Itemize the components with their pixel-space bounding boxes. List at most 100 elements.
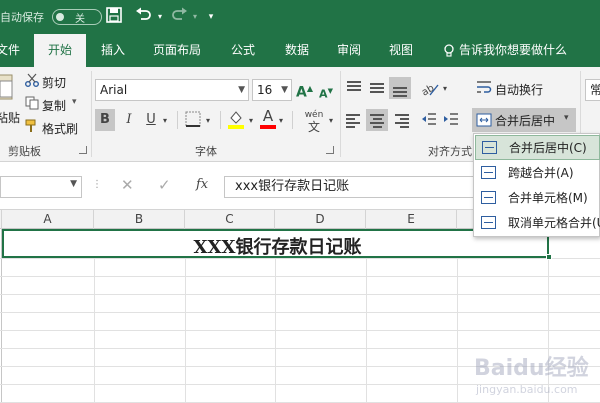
gridline [0, 330, 600, 331]
align-center-icon[interactable] [366, 109, 388, 131]
menu-item-unmerge-cells[interactable]: 取消单元格合并(U) [475, 211, 600, 236]
enter-icon[interactable]: ✓ [158, 176, 171, 194]
bottom-align-icon[interactable] [389, 77, 411, 99]
number-format-combo[interactable]: 常 [585, 79, 600, 101]
tab-insert[interactable]: 插入 [101, 34, 131, 67]
merge-cells-icon [481, 191, 496, 204]
shrink-font-icon[interactable]: A▼ [318, 83, 334, 103]
chevron-down-icon: ▾ [564, 113, 569, 123]
align-right-icon[interactable] [393, 112, 409, 130]
font-color-icon[interactable]: A [260, 107, 276, 129]
font-color-dropdown-icon[interactable]: ▾ [277, 113, 285, 129]
column-header-d[interactable]: D [275, 210, 366, 229]
column-header-e[interactable]: E [366, 210, 457, 229]
clipboard-group-label: 剪贴板 [8, 145, 41, 158]
decrease-indent-icon[interactable] [420, 111, 438, 132]
number-format-value: 常 [590, 83, 600, 97]
fill-color-dropdown-icon[interactable]: ▾ [247, 113, 255, 129]
borders-icon[interactable] [184, 111, 202, 132]
menu-item-merge-center[interactable]: 合并后居中(C) [475, 135, 600, 160]
group-divider [91, 71, 92, 157]
copy-dropdown-icon[interactable]: ▾ [72, 97, 77, 107]
orientation-dropdown-icon[interactable]: ▾ [441, 81, 449, 97]
wrap-text-button[interactable]: 自动换行 [495, 81, 543, 98]
watermark-brand: Baidu经验 [474, 355, 589, 381]
autosave-state: 关 [75, 14, 85, 25]
format-painter-icon [24, 119, 40, 138]
gridline [0, 276, 600, 277]
tab-formulas[interactable]: 公式 [231, 34, 261, 67]
customize-qat-icon[interactable]: ▾ [205, 7, 217, 27]
merge-across-icon [481, 166, 496, 179]
borders-dropdown-icon[interactable]: ▾ [204, 113, 212, 129]
insert-function-icon[interactable]: fx [196, 177, 208, 192]
tab-data[interactable]: 数据 [285, 34, 315, 67]
paste-label[interactable]: 粘贴 [0, 109, 20, 126]
grow-font-icon[interactable]: A▲ [296, 81, 313, 101]
italic-button[interactable]: I [121, 109, 137, 131]
alignment-group-label: 对齐方式 [428, 145, 472, 158]
merge-center-icon [476, 112, 492, 131]
undo-icon[interactable] [133, 7, 155, 28]
align-left-icon[interactable] [346, 112, 362, 130]
bold-button[interactable]: B [95, 109, 115, 131]
tab-review[interactable]: 审阅 [337, 34, 367, 67]
font-name-combo[interactable]: Arial ▼ [95, 79, 249, 101]
separator [177, 111, 178, 129]
chevron-down-icon: ▼ [238, 85, 245, 95]
merged-title-cell[interactable]: XXX银行存款日记账 [2, 229, 549, 258]
tab-view[interactable]: 视图 [389, 34, 419, 67]
formula-bar-grip-icon: ⋮ [92, 179, 102, 190]
autosave-label: 自动保存 [0, 11, 44, 24]
tab-home[interactable]: 开始 [34, 34, 86, 67]
autosave-toggle[interactable]: 关 [52, 9, 102, 25]
clipboard-launcher-icon[interactable] [79, 146, 87, 154]
redo-icon[interactable] [168, 7, 190, 28]
toggle-knob [56, 13, 64, 21]
copy-icon [24, 96, 40, 115]
separator [292, 111, 293, 129]
paste-icon[interactable] [0, 73, 14, 103]
format-painter-button[interactable]: 格式刷 [42, 120, 78, 137]
baidu-watermark: Baidu经验 jingyan.baidu.com [470, 345, 598, 400]
orientation-icon[interactable]: ab [420, 79, 440, 101]
redo-dropdown-icon[interactable]: ▾ [190, 7, 200, 27]
tab-page-layout[interactable]: 页面布局 [153, 34, 205, 67]
phonetic-dropdown-icon[interactable]: ▾ [327, 113, 335, 129]
lightbulb-icon [443, 34, 457, 67]
font-size-value: 16 [257, 83, 273, 97]
underline-button[interactable]: U [143, 109, 159, 131]
column-header-c[interactable]: C [185, 210, 275, 229]
underline-dropdown-icon[interactable]: ▾ [161, 113, 169, 129]
gridline [0, 294, 600, 295]
menu-item-merge-across[interactable]: 跨越合并(A) [475, 161, 600, 186]
fill-handle[interactable] [546, 254, 552, 260]
merge-center-button[interactable]: 合并后居中 ▾ [472, 108, 576, 132]
fill-color-icon[interactable] [227, 109, 245, 134]
middle-align-icon[interactable] [369, 81, 385, 99]
tab-file[interactable]: 文件 [0, 34, 20, 67]
undo-dropdown-icon[interactable]: ▾ [155, 7, 165, 27]
save-icon[interactable] [104, 7, 124, 28]
cut-button[interactable]: 剪切 [42, 74, 66, 91]
font-name-value: Arial [100, 83, 128, 97]
merge-center-icon [482, 141, 497, 154]
cancel-icon[interactable]: ✕ [121, 176, 134, 194]
font-size-combo[interactable]: 16 ▼ [252, 79, 292, 101]
increase-indent-icon[interactable] [442, 111, 460, 132]
watermark-url: jingyan.baidu.com [475, 383, 578, 396]
menu-item-merge-cells[interactable]: 合并单元格(M) [475, 186, 600, 211]
column-header-a[interactable]: A [2, 210, 94, 229]
name-box[interactable]: ▼ [0, 176, 82, 198]
top-align-icon[interactable] [346, 79, 362, 97]
merge-center-label: 合并后居中 [495, 114, 556, 128]
separator [220, 111, 221, 129]
chevron-down-icon: ▼ [281, 85, 288, 95]
font-launcher-icon[interactable] [326, 146, 334, 154]
column-header-b[interactable]: B [94, 210, 185, 229]
tell-me-box[interactable]: 告诉我你想要做什么 [459, 34, 589, 67]
ribbon-tabs: 文件 开始 插入 页面布局 公式 数据 审阅 视图 告诉我你想要做什么 [0, 34, 600, 67]
title-bar: 自动保存 关 ▾ ▾ ▾ [0, 0, 600, 34]
copy-button[interactable]: 复制 [42, 97, 66, 114]
phonetic-guide-icon[interactable]: wén 文 [302, 109, 326, 135]
